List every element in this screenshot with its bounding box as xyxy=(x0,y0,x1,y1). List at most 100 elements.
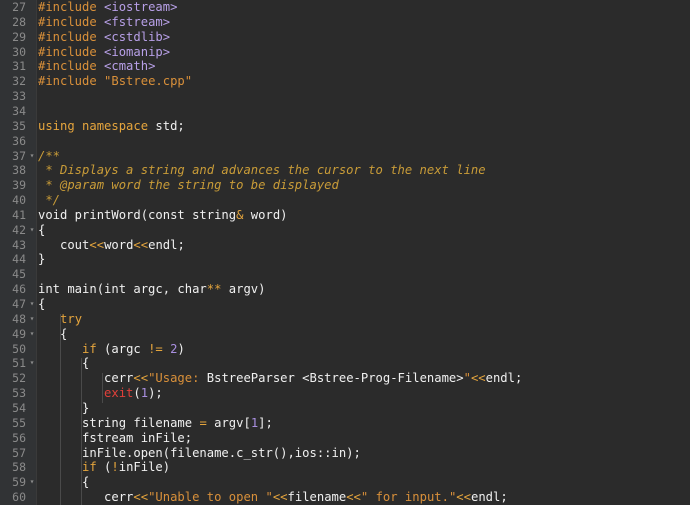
code-text: void printWord(const string& word) xyxy=(38,208,288,223)
code-text: * @param word the string to be displayed xyxy=(38,178,339,193)
code-token: << xyxy=(133,371,149,386)
line-number: 31 xyxy=(12,59,26,74)
code-line[interactable]: 37 ▾/** xyxy=(0,149,690,164)
code-line[interactable]: 54 } xyxy=(0,401,690,416)
code-line[interactable]: 39 * @param word the string to be displa… xyxy=(0,178,690,193)
code-token: #include xyxy=(38,44,105,59)
code-token: ) xyxy=(177,341,185,356)
code-line[interactable]: 36 xyxy=(0,134,690,149)
code-token: word) xyxy=(243,207,288,222)
code-line[interactable]: 48 ▾ try xyxy=(0,312,690,327)
code-line[interactable]: 51 ▾ { xyxy=(0,356,690,371)
line-number: 53 xyxy=(12,386,26,401)
code-token: { xyxy=(38,326,68,341)
code-token: ( xyxy=(133,386,141,401)
code-line[interactable]: 30 #include <iomanip> xyxy=(0,45,690,60)
code-token: endl; xyxy=(148,237,185,252)
code-line[interactable]: 44} xyxy=(0,252,690,267)
code-token: << xyxy=(346,490,361,505)
line-number: 58 xyxy=(12,460,26,475)
code-line[interactable]: 55 string filename = argv[1]; xyxy=(0,416,690,431)
code-text: } xyxy=(38,252,45,267)
code-line[interactable]: 46 int main(int argc, char** argv) xyxy=(0,282,690,297)
code-token: cout xyxy=(38,237,90,252)
line-number: 56 xyxy=(12,430,26,445)
code-token: { xyxy=(38,222,46,237)
code-line[interactable]: 60 cerr<<"Unable to open "<<filename<<" … xyxy=(0,490,690,505)
code-line[interactable]: 41 void printWord(const string& word) xyxy=(0,208,690,223)
code-line[interactable]: 33 xyxy=(0,89,690,104)
code-text: * Displays a string and advances the cur… xyxy=(38,163,485,178)
code-token: #include xyxy=(38,59,105,74)
code-line[interactable]: 27 #include <iostream> xyxy=(0,0,690,15)
code-line[interactable]: 42 ▾{ xyxy=(0,223,690,238)
fold-toggle-icon[interactable]: ▾ xyxy=(28,356,36,371)
code-token: argv[ xyxy=(206,415,251,430)
code-token: ( xyxy=(96,460,112,475)
code-line[interactable]: 29 #include <cstdlib> xyxy=(0,30,690,45)
code-line[interactable]: 38 * Displays a string and advances the … xyxy=(0,163,690,178)
indent-guide xyxy=(102,373,103,403)
code-token: int main(int argc, char xyxy=(38,282,207,297)
code-token: cerr xyxy=(38,371,134,386)
code-line[interactable]: 50 if (argc != 2) xyxy=(0,342,690,357)
code-text: using namespace std; xyxy=(38,119,185,134)
code-line[interactable]: 57 inFile.open(filename.c_str(),ios::in)… xyxy=(0,446,690,461)
code-text: cout<<word<<endl; xyxy=(38,238,185,253)
code-token: (argc xyxy=(96,341,149,356)
code-token: try xyxy=(60,311,83,326)
fold-toggle-icon[interactable]: ▾ xyxy=(28,312,36,327)
code-line[interactable]: 53 exit(1); xyxy=(0,386,690,401)
code-line[interactable]: 52 cerr<<"Usage: BstreeParser <Bstree-Pr… xyxy=(0,371,690,386)
code-line[interactable]: 56 fstream inFile; xyxy=(0,431,690,446)
code-token: void printWord(const string xyxy=(38,207,237,222)
code-line[interactable]: 31 #include <cmath> xyxy=(0,59,690,74)
line-number: 40 xyxy=(12,193,26,208)
fold-toggle-icon[interactable]: ▾ xyxy=(28,475,36,490)
code-line[interactable]: 43 cout<<word<<endl; xyxy=(0,238,690,253)
code-line[interactable]: 40 */ xyxy=(0,193,690,208)
indent-guide xyxy=(60,313,61,505)
code-token: != xyxy=(148,341,163,356)
code-token: if xyxy=(82,341,97,356)
code-text: cerr<<"Unable to open "<<filename<<" for… xyxy=(38,490,508,505)
line-number: 47 xyxy=(12,297,26,311)
code-token: endl; xyxy=(470,490,508,505)
fold-toggle-icon[interactable]: ▾ xyxy=(28,223,36,238)
line-number: 54 xyxy=(12,400,26,415)
code-token: #include xyxy=(38,14,105,29)
code-token: = xyxy=(199,415,207,430)
code-token: * @param word the string to be displayed xyxy=(38,178,339,193)
code-token: word xyxy=(104,237,134,252)
code-line[interactable]: 45 xyxy=(0,267,690,282)
line-number: 50 xyxy=(12,341,26,356)
code-line[interactable]: 47 ▾{ xyxy=(0,297,690,312)
code-token: <cmath> xyxy=(104,59,156,74)
code-line[interactable]: 59 ▾ { xyxy=(0,475,690,490)
fold-toggle-icon[interactable]: ▾ xyxy=(28,297,36,312)
code-token: argv) xyxy=(221,282,266,297)
fold-toggle-icon[interactable]: ▾ xyxy=(28,149,36,164)
code-line[interactable]: 32 #include "Bstree.cpp" xyxy=(0,74,690,89)
code-token: std; xyxy=(155,118,185,133)
code-line[interactable]: 35 using namespace std; xyxy=(0,119,690,134)
line-number: 29 xyxy=(12,29,26,44)
code-text: #include <iostream> xyxy=(38,0,177,15)
code-text: #include "Bstree.cpp" xyxy=(38,74,192,89)
code-line[interactable]: 34 xyxy=(0,104,690,119)
code-text: string filename = argv[1]; xyxy=(38,416,273,431)
code-line[interactable]: 49 ▾ { xyxy=(0,327,690,342)
code-token: inFile) xyxy=(118,460,171,475)
line-number: 35 xyxy=(12,118,26,133)
line-number: 28 xyxy=(12,14,26,29)
code-token: << xyxy=(133,490,149,505)
code-token: << xyxy=(470,371,486,386)
code-token: 1 xyxy=(140,386,149,401)
code-editor[interactable]: 27 #include <iostream> 28 #include <fstream… xyxy=(0,0,690,505)
code-line[interactable]: 58 if (!inFile) xyxy=(0,460,690,475)
code-text: #include <iomanip> xyxy=(38,45,170,60)
code-line[interactable]: 28 #include <fstream> xyxy=(0,15,690,30)
code-token: /** xyxy=(38,148,61,163)
fold-toggle-icon[interactable]: ▾ xyxy=(28,327,36,342)
